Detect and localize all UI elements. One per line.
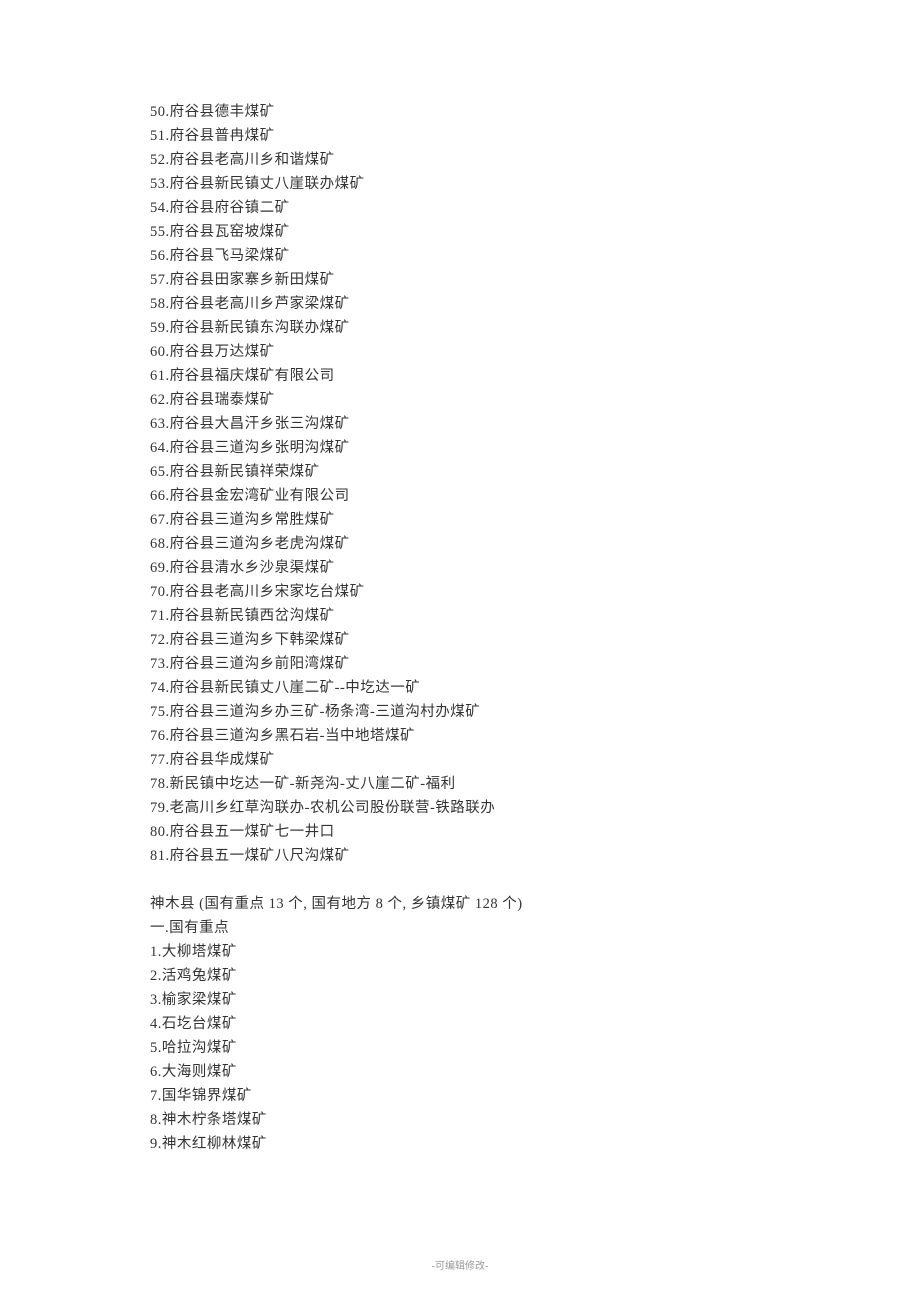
list-item: 71.府谷县新民镇西岔沟煤矿: [150, 604, 770, 628]
list-item: 50.府谷县德丰煤矿: [150, 100, 770, 124]
list-item: 3.榆家梁煤矿: [150, 988, 770, 1012]
shenmu-section-title: 一.国有重点: [150, 916, 770, 940]
list-item: 67.府谷县三道沟乡常胜煤矿: [150, 508, 770, 532]
list-item: 65.府谷县新民镇祥荣煤矿: [150, 460, 770, 484]
fugu-list: 50.府谷县德丰煤矿51.府谷县普冉煤矿52.府谷县老高川乡和谐煤矿53.府谷县…: [150, 100, 770, 868]
document-content: 50.府谷县德丰煤矿51.府谷县普冉煤矿52.府谷县老高川乡和谐煤矿53.府谷县…: [0, 0, 920, 1206]
list-item: 66.府谷县金宏湾矿业有限公司: [150, 484, 770, 508]
list-item: 57.府谷县田家寨乡新田煤矿: [150, 268, 770, 292]
list-item: 73.府谷县三道沟乡前阳湾煤矿: [150, 652, 770, 676]
list-item: 78.新民镇中圪达一矿-新尧沟-丈八崖二矿-福利: [150, 772, 770, 796]
list-item: 72.府谷县三道沟乡下韩梁煤矿: [150, 628, 770, 652]
shenmu-header: 神木县 (国有重点 13 个, 国有地方 8 个, 乡镇煤矿 128 个): [150, 892, 770, 916]
list-item: 6.大海则煤矿: [150, 1060, 770, 1084]
list-item: 5.哈拉沟煤矿: [150, 1036, 770, 1060]
list-item: 56.府谷县飞马梁煤矿: [150, 244, 770, 268]
list-item: 68.府谷县三道沟乡老虎沟煤矿: [150, 532, 770, 556]
footer: -可编辑修改-: [0, 1257, 920, 1272]
list-item: 70.府谷县老高川乡宋家圪台煤矿: [150, 580, 770, 604]
list-item: 4.石圪台煤矿: [150, 1012, 770, 1036]
list-item: 79.老高川乡红草沟联办-农机公司股份联营-铁路联办: [150, 796, 770, 820]
list-item: 76.府谷县三道沟乡黑石岩-当中地塔煤矿: [150, 724, 770, 748]
list-item: 55.府谷县瓦窑坡煤矿: [150, 220, 770, 244]
list-item: 62.府谷县瑞泰煤矿: [150, 388, 770, 412]
list-item: 7.国华锦界煤矿: [150, 1084, 770, 1108]
list-item: 54.府谷县府谷镇二矿: [150, 196, 770, 220]
shenmu-list: 1.大柳塔煤矿2.活鸡兔煤矿3.榆家梁煤矿4.石圪台煤矿5.哈拉沟煤矿6.大海则…: [150, 940, 770, 1156]
list-item: 1.大柳塔煤矿: [150, 940, 770, 964]
list-item: 63.府谷县大昌汗乡张三沟煤矿: [150, 412, 770, 436]
list-item: 61.府谷县福庆煤矿有限公司: [150, 364, 770, 388]
list-item: 9.神木红柳林煤矿: [150, 1132, 770, 1156]
list-item: 51.府谷县普冉煤矿: [150, 124, 770, 148]
list-item: 8.神木柠条塔煤矿: [150, 1108, 770, 1132]
section-break: [150, 868, 770, 892]
list-item: 58.府谷县老高川乡芦家梁煤矿: [150, 292, 770, 316]
list-item: 52.府谷县老高川乡和谐煤矿: [150, 148, 770, 172]
list-item: 59.府谷县新民镇东沟联办煤矿: [150, 316, 770, 340]
list-item: 64.府谷县三道沟乡张明沟煤矿: [150, 436, 770, 460]
list-item: 53.府谷县新民镇丈八崖联办煤矿: [150, 172, 770, 196]
list-item: 75.府谷县三道沟乡办三矿-杨条湾-三道沟村办煤矿: [150, 700, 770, 724]
list-item: 69.府谷县清水乡沙泉渠煤矿: [150, 556, 770, 580]
list-item: 81.府谷县五一煤矿八尺沟煤矿: [150, 844, 770, 868]
list-item: 60.府谷县万达煤矿: [150, 340, 770, 364]
list-item: 77.府谷县华成煤矿: [150, 748, 770, 772]
list-item: 74.府谷县新民镇丈八崖二矿--中圪达一矿: [150, 676, 770, 700]
list-item: 80.府谷县五一煤矿七一井口: [150, 820, 770, 844]
list-item: 2.活鸡兔煤矿: [150, 964, 770, 988]
